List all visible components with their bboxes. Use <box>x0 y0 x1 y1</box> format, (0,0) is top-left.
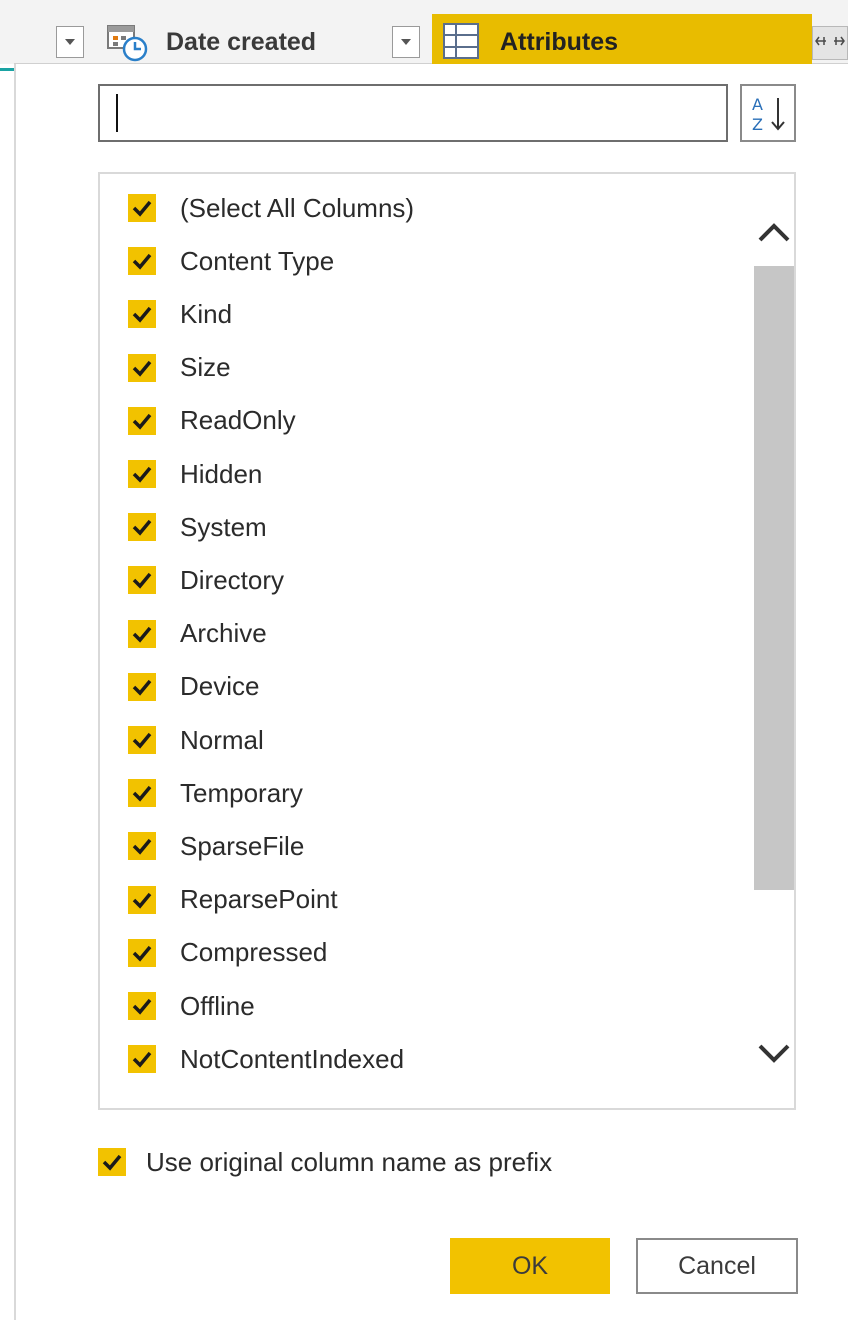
chevron-up-icon <box>758 223 790 242</box>
text-caret <box>116 94 118 132</box>
list-item[interactable]: Temporary <box>128 773 303 813</box>
check-icon <box>132 839 152 855</box>
list-item[interactable]: ReparsePoint <box>128 880 338 920</box>
list-item[interactable]: Archive <box>128 614 267 654</box>
list-item[interactable]: ReadOnly <box>128 401 296 441</box>
datetime-icon <box>106 24 150 66</box>
checkbox[interactable] <box>128 566 156 595</box>
column-search-input[interactable] <box>98 84 728 142</box>
list-item-label: Content Type <box>180 245 335 276</box>
list-item[interactable]: Directory <box>128 560 284 600</box>
check-icon <box>132 573 152 589</box>
list-item-label: Hidden <box>180 458 263 489</box>
check-icon <box>132 360 152 377</box>
checkbox[interactable] <box>128 353 156 382</box>
ok-button[interactable]: OK <box>450 1238 610 1294</box>
check-icon <box>132 1052 152 1068</box>
list-item-label: Size <box>180 352 231 383</box>
list-item[interactable]: Hidden <box>128 454 262 494</box>
checkbox[interactable] <box>128 247 156 276</box>
checkbox[interactable] <box>128 672 156 701</box>
list-item-label: (Select All Columns) <box>180 192 415 223</box>
prefix-option[interactable]: Use original column name as prefix <box>98 1142 552 1182</box>
list-item[interactable]: Compressed <box>128 933 327 973</box>
check-icon <box>102 1154 122 1171</box>
select-all-item[interactable]: (Select All Columns) <box>128 188 414 228</box>
checkbox[interactable] <box>128 406 156 435</box>
attributes-column-header[interactable] <box>432 14 812 64</box>
list-item-label: Normal <box>180 724 264 755</box>
expand-columns-icon[interactable] <box>812 26 848 60</box>
list-item-label: Compressed <box>180 937 328 968</box>
column-quality-indicator <box>0 68 14 71</box>
list-item-label: Temporary <box>180 777 303 808</box>
list-item-label: ReadOnly <box>180 405 296 436</box>
checkbox[interactable] <box>128 1045 156 1074</box>
list-item-label: Directory <box>180 564 285 595</box>
list-item-label: System <box>180 511 267 542</box>
checkbox[interactable] <box>128 885 156 914</box>
checkbox[interactable] <box>128 194 156 222</box>
checkbox[interactable] <box>128 619 156 648</box>
check-icon <box>132 679 152 696</box>
check-icon <box>132 466 152 483</box>
checkbox[interactable] <box>128 938 156 967</box>
check-icon <box>132 786 152 802</box>
checkbox[interactable] <box>128 992 156 1020</box>
prefix-option-label: Use original column name as prefix <box>146 1146 553 1177</box>
list-item-label: NotContentIndexed <box>180 1043 405 1074</box>
check-icon <box>132 254 152 270</box>
list-item-label: Offline <box>180 990 255 1021</box>
check-icon <box>132 998 152 1015</box>
list-item-label: ReparsePoint <box>180 884 338 915</box>
sort-az-button[interactable]: A Z <box>740 84 796 142</box>
checkbox[interactable] <box>128 779 156 808</box>
table-icon <box>442 22 480 64</box>
list-item-label: SparseFile <box>180 830 305 861</box>
check-icon <box>132 732 152 749</box>
scroll-down-button[interactable] <box>752 1036 796 1070</box>
column-header-attributes[interactable]: Attributes <box>500 26 618 58</box>
sort-az-icon: A Z <box>752 95 785 134</box>
date-created-dropdown-button[interactable] <box>56 26 84 58</box>
checkbox[interactable] <box>128 460 156 488</box>
cancel-button[interactable]: Cancel <box>636 1238 798 1294</box>
check-icon <box>132 200 152 217</box>
attributes-dropdown-button[interactable] <box>392 26 420 58</box>
list-item[interactable]: Offline <box>128 986 255 1026</box>
svg-text:Z: Z <box>752 115 763 134</box>
dialog-border <box>14 64 16 1320</box>
check-icon <box>132 307 152 323</box>
list-item[interactable]: Content Type <box>128 241 334 281</box>
chevron-down-icon <box>758 1044 790 1063</box>
list-item-label: Device <box>180 671 260 702</box>
check-icon <box>132 892 152 909</box>
scrollbar-thumb[interactable] <box>754 266 794 890</box>
checkbox[interactable] <box>128 513 156 542</box>
check-icon <box>132 945 152 962</box>
check-icon <box>132 413 152 430</box>
list-item[interactable]: Kind <box>128 294 232 334</box>
checkbox[interactable] <box>128 300 156 329</box>
check-icon <box>132 520 152 536</box>
prefix-checkbox[interactable] <box>98 1148 126 1176</box>
column-list[interactable]: (Select All Columns) Content Type Kind Size… <box>98 172 796 1110</box>
column-header-date-created[interactable]: Date created <box>166 26 316 58</box>
list-item[interactable]: Device <box>128 667 259 707</box>
list-item[interactable]: SparseFile <box>128 826 304 866</box>
list-item[interactable]: System <box>128 507 267 547</box>
list-item[interactable]: Normal <box>128 720 264 760</box>
checkbox[interactable] <box>128 726 156 754</box>
list-item[interactable]: Size <box>128 348 231 388</box>
checkbox[interactable] <box>128 832 156 861</box>
list-item-label: Archive <box>180 618 267 649</box>
check-icon <box>132 626 152 643</box>
svg-text:A: A <box>752 95 763 114</box>
list-item-label: Kind <box>180 298 233 329</box>
scroll-up-button[interactable] <box>752 216 796 250</box>
list-item[interactable]: NotContentIndexed <box>128 1039 404 1079</box>
